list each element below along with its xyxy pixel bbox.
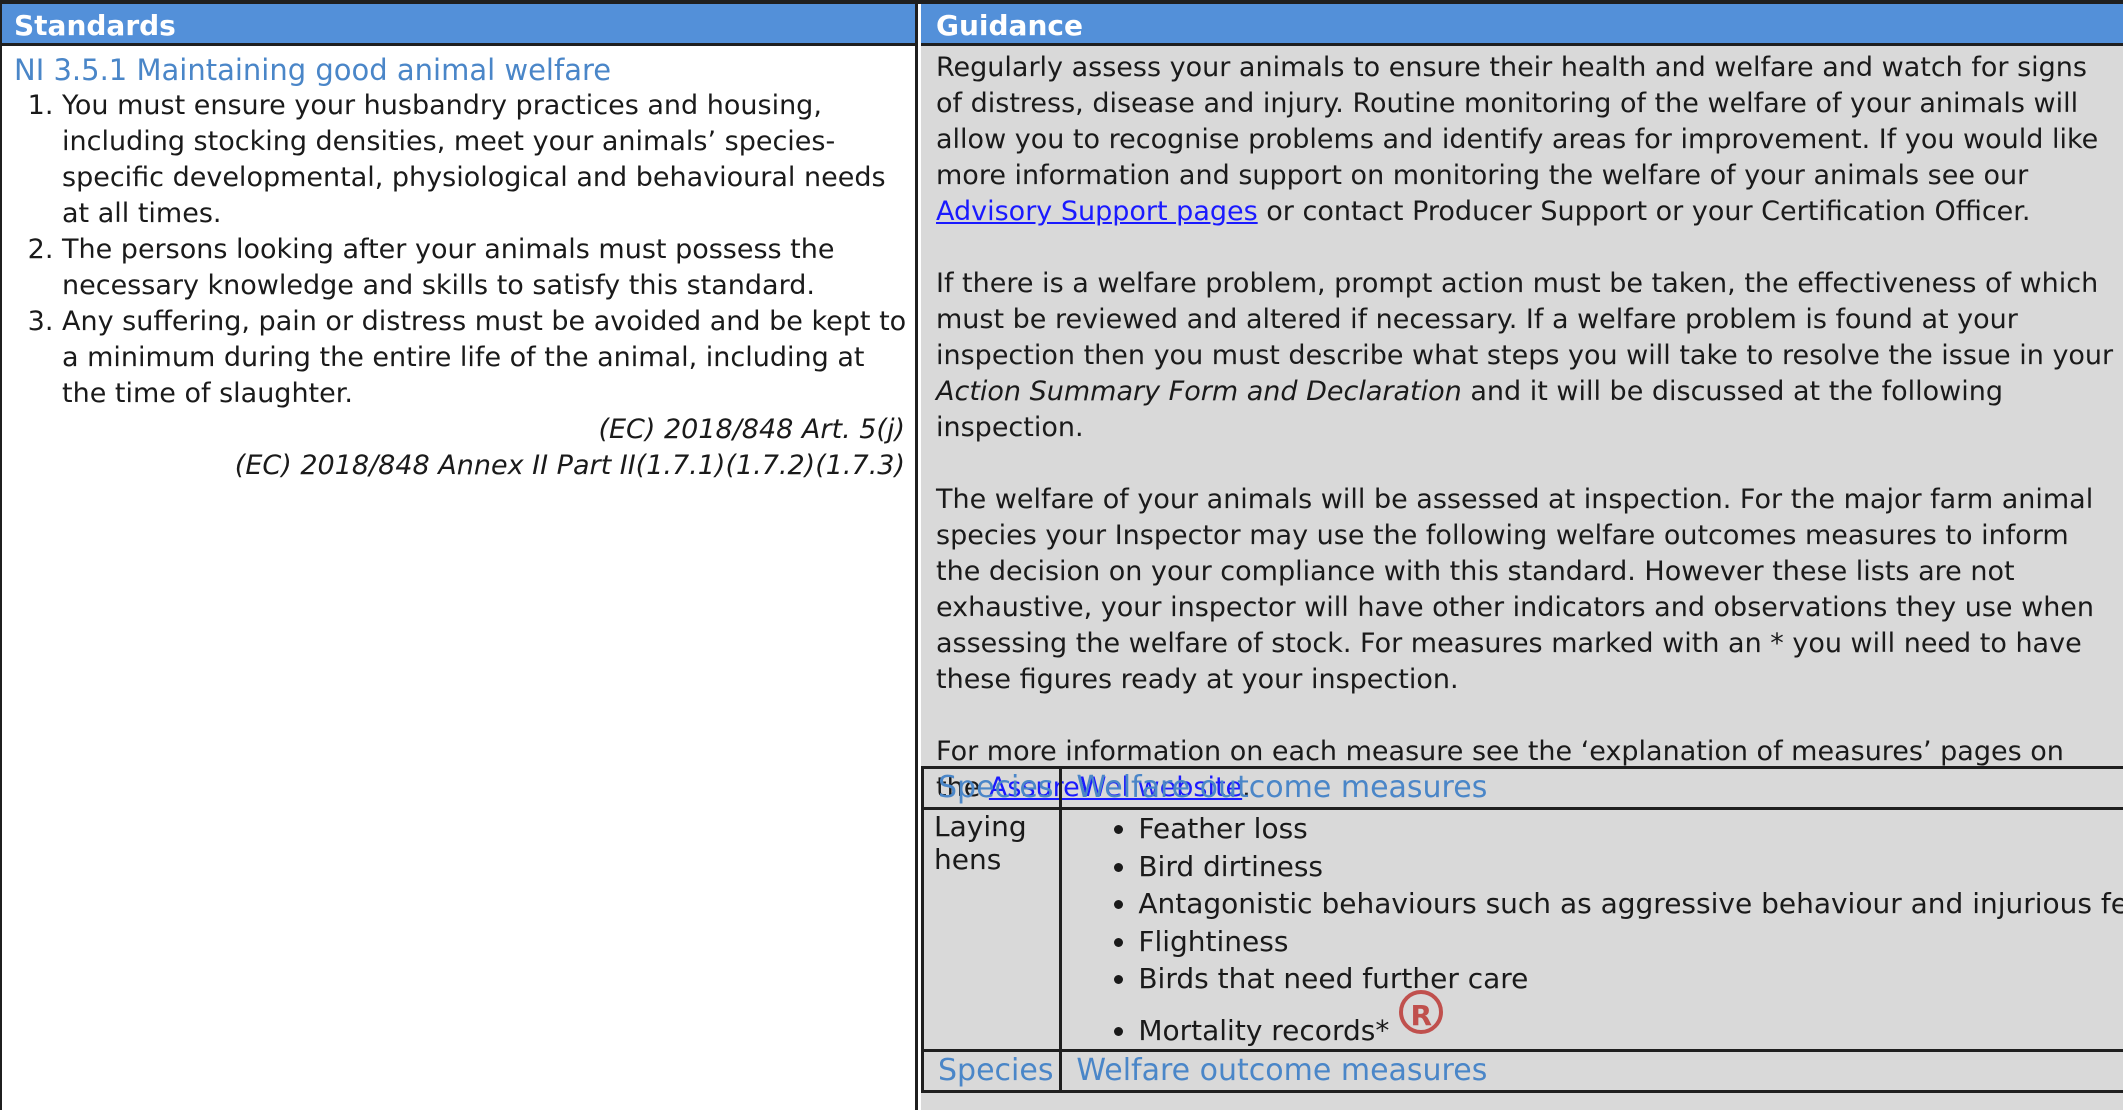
standard-list: You must ensure your husbandry practices… bbox=[2, 88, 915, 412]
standard-title: NI 3.5.1 Maintaining good animal welfare bbox=[14, 53, 612, 87]
regulation-reference: (EC) 2018/848 Art. 5(j) bbox=[598, 414, 905, 445]
list-item: Mortality records* R bbox=[1138, 989, 2123, 1050]
standards-guidance-page: Standards NI 3.5.1 Maintaining good anim… bbox=[0, 0, 2123, 1110]
list-item: Flightiness bbox=[1138, 923, 2123, 961]
guidance-text: Regularly assess your animals to ensure … bbox=[936, 52, 2099, 191]
list-item: Bird dirtiness bbox=[1138, 848, 2123, 886]
measures-list: Feather loss Bird dirtiness Antagonistic… bbox=[1072, 810, 2123, 1049]
advisory-support-link[interactable]: Advisory Support pages bbox=[936, 196, 1258, 227]
measure-label: Mortality records* bbox=[1138, 1013, 1390, 1047]
standards-header: Standards bbox=[2, 4, 915, 46]
regulation-reference: (EC) 2018/848 Annex II Part II(1.7.1)(1.… bbox=[234, 450, 905, 481]
species-cell: Laying hens bbox=[920, 807, 1063, 1052]
table-header-row: Species Welfare outcome measures bbox=[920, 766, 2123, 810]
list-item: Antagonistic behaviours such as aggressi… bbox=[1138, 885, 2123, 923]
guidance-paragraph: If there is a welfare problem, prompt ac… bbox=[936, 266, 2115, 446]
measures-column-header: Welfare outcome measures bbox=[1059, 766, 2123, 810]
list-item: Feather loss bbox=[1138, 810, 2123, 848]
guidance-paragraph: The welfare of your animals will be asse… bbox=[936, 484, 2095, 695]
welfare-measures-table: Species Welfare outcome measures Laying … bbox=[920, 766, 2123, 1093]
records-badge-icon: R bbox=[1399, 989, 1444, 1034]
form-name: Action Summary Form and Declaration bbox=[936, 376, 1462, 407]
standard-item: Any suffering, pain or distress must be … bbox=[62, 304, 915, 412]
species-column-header: Species bbox=[920, 766, 1063, 810]
guidance-paragraph: Regularly assess your animals to ensure … bbox=[936, 50, 2115, 230]
guidance-column: Guidance Regularly assess your animals t… bbox=[920, 4, 2123, 1110]
standards-column: Standards NI 3.5.1 Maintaining good anim… bbox=[0, 4, 918, 1110]
standard-item: You must ensure your husbandry practices… bbox=[62, 88, 915, 232]
guidance-text: If there is a welfare problem, prompt ac… bbox=[936, 268, 2114, 371]
measures-column-header: Welfare outcome measures bbox=[1059, 1049, 2123, 1093]
guidance-header: Guidance bbox=[921, 4, 2123, 46]
table-header-row: Species Welfare outcome measures bbox=[920, 1049, 2123, 1093]
species-column-header: Species bbox=[920, 1049, 1063, 1093]
guidance-body: Regularly assess your animals to ensure … bbox=[921, 46, 2123, 806]
list-item: Birds that need further care bbox=[1138, 960, 2123, 998]
measures-cell: Feather loss Bird dirtiness Antagonistic… bbox=[1059, 807, 2123, 1052]
standard-item: The persons looking after your animals m… bbox=[62, 232, 915, 304]
guidance-text: or contact Producer Support or your Cert… bbox=[1257, 196, 2031, 227]
table-row: Laying hens Feather loss Bird dirtiness … bbox=[920, 807, 2123, 1052]
